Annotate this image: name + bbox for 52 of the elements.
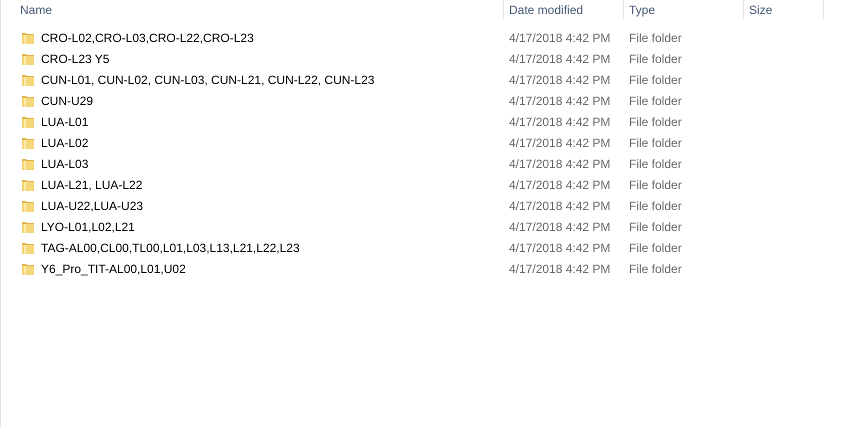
date-cell: 4/17/2018 4:42 PM [509,72,610,86]
folder-name[interactable]: LUA-L01 [41,112,88,130]
column-header[interactable]: Size [749,1,772,19]
type-cell: File folder [629,198,682,212]
folder-name[interactable]: LUA-L21, LUA-L22 [41,176,142,194]
date-cell: 4/17/2018 4:42 PM [509,136,610,150]
column-header[interactable]: Date modified [509,1,584,19]
folder-name[interactable]: LUA-L02 [41,134,88,152]
type-cell: File folder [629,52,682,66]
folder-name[interactable]: CRO-L02,CRO-L03,CRO-L22,CRO-L23 [41,28,254,46]
date-cell: 4/17/2018 4:42 PM [509,156,610,170]
folder-name[interactable]: CUN-L01, CUN-L02, CUN-L03, CUN-L21, CUN-L22, CUN-L23 [41,70,374,88]
folder-name[interactable]: TAG-AL00,CL00,TL00,L01,L03,L13,L21,L22,L23 [41,238,300,256]
folder-name[interactable]: LUA-U22,LUA-U23 [41,196,144,214]
type-cell: File folder [629,72,682,86]
type-cell: File folder [629,178,682,192]
folder-icon [21,94,35,108]
type-cell: File folder [629,114,682,128]
folder-icon [21,262,35,276]
folder-name[interactable]: CUN-U29 [41,92,94,110]
folder-icon [21,220,35,234]
date-cell: 4/17/2018 4:42 PM [509,30,610,44]
column-header[interactable]: Type [629,1,656,19]
folder-icon [21,156,35,170]
date-cell: 4/17/2018 4:42 PM [509,114,610,128]
type-cell: File folder [629,30,682,44]
type-cell: File folder [629,136,682,150]
folder-icon [21,52,35,66]
folder-name[interactable]: LYO-L01,L02,L21 [41,218,135,236]
date-cell: 4/17/2018 4:42 PM [509,220,610,234]
type-cell: File folder [629,220,682,234]
folder-name[interactable]: Y6_Pro_TIT-AL00,L01,U02 [41,260,186,278]
folder-icon [21,114,35,128]
folder-icon [21,178,35,192]
folder-icon [21,30,35,44]
folder-icon [21,240,35,254]
type-cell: File folder [629,240,682,254]
type-cell: File folder [629,262,682,276]
date-cell: 4/17/2018 4:42 PM [509,94,610,108]
date-cell: 4/17/2018 4:42 PM [509,52,610,66]
date-cell: 4/17/2018 4:42 PM [509,262,610,276]
date-cell: 4/17/2018 4:42 PM [509,240,610,254]
folder-icon [21,136,35,150]
type-cell: File folder [629,94,682,108]
date-cell: 4/17/2018 4:42 PM [509,178,610,192]
date-cell: 4/17/2018 4:42 PM [509,198,610,212]
folder-icon [21,72,35,86]
type-cell: File folder [629,156,682,170]
column-header[interactable]: Name [20,1,52,19]
folder-name[interactable]: LUA-L03 [41,154,88,172]
folder-name[interactable]: CRO-L23 Y5 [41,50,110,68]
folder-icon [21,198,35,212]
